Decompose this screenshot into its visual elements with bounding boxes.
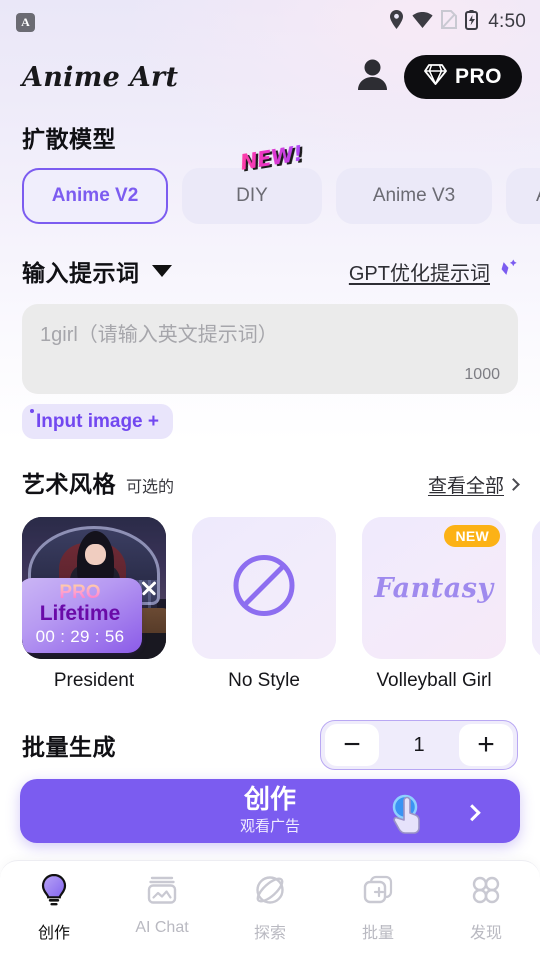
gpt-optimize-link[interactable]: GPT优化提示词 — [349, 257, 518, 286]
status-bar-right: 4:50 — [389, 9, 526, 35]
model-tab-label: A — [536, 185, 540, 207]
style-card-thumbnail[interactable] — [532, 517, 540, 659]
decrement-button[interactable]: − — [325, 724, 379, 766]
close-icon[interactable] — [140, 579, 158, 597]
planet-icon — [253, 873, 287, 912]
model-tab-label: Anime V3 — [372, 185, 456, 206]
model-tab-label: Anime V2 — [51, 185, 139, 206]
app-root: A 4:50 Anime Art PRO 扩散模型 Anime V2 DIY A… — [0, 0, 540, 960]
person-icon[interactable] — [357, 58, 388, 96]
status-bar: A 4:50 — [0, 0, 540, 44]
nav-item-discover[interactable]: 发现 — [432, 873, 540, 943]
no-style-icon — [231, 553, 297, 624]
style-section-title: 艺术风格 — [22, 471, 116, 497]
nav-item-explore[interactable]: 探索 — [216, 873, 324, 943]
lightbulb-icon — [37, 873, 71, 912]
style-card-label: No Style — [228, 670, 300, 691]
sparkle-icon — [496, 258, 518, 285]
batch-quantity-stepper: − 1 + — [320, 720, 518, 770]
sim-card-icon — [441, 10, 458, 34]
status-bar-left: A — [16, 12, 35, 32]
style-card-no-style[interactable]: No Style — [192, 517, 336, 692]
prompt-placeholder: 1girl（请输入英文提示词） — [40, 324, 278, 346]
style-card-label: President — [53, 670, 135, 691]
model-tab-partial[interactable]: A — [506, 168, 540, 224]
nav-label: 创作 — [37, 925, 70, 942]
create-button-label: 创作 — [243, 784, 296, 815]
see-all-label: 查看全部 — [427, 476, 504, 497]
prompt-section-title: 输入提示词 — [22, 260, 140, 286]
style-section-subtitle: 可选的 — [126, 479, 175, 496]
app-header: Anime Art PRO — [0, 44, 540, 110]
style-card-list: PRO Lifetime 00 : 29 : 56 President No S… — [0, 517, 540, 692]
input-image-button[interactable]: Input image + — [22, 404, 173, 439]
stack-add-icon — [361, 873, 395, 912]
nav-item-create[interactable]: 创作 — [0, 873, 108, 943]
nav-label: AI Chat — [135, 919, 189, 936]
promo-countdown: 00 : 29 : 56 — [35, 626, 125, 646]
nav-item-batch[interactable]: 批量 — [324, 873, 432, 943]
promo-tier: PRO — [22, 582, 142, 603]
pro-upgrade-button[interactable]: PRO — [403, 55, 522, 99]
nav-label: 探索 — [253, 925, 286, 942]
model-tab-label: DIY — [236, 185, 268, 206]
promo-plan: Lifetime — [39, 602, 121, 626]
app-badge-icon: A — [16, 12, 35, 32]
chevron-right-icon — [507, 478, 520, 491]
nav-label: 发现 — [469, 925, 502, 942]
input-image-label: Input image + — [36, 410, 159, 432]
model-tab-anime-v3[interactable]: Anime V3 — [336, 168, 492, 224]
style-card-thumbnail[interactable]: Fantasy NEW — [362, 517, 506, 659]
new-badge: NEW — [444, 525, 500, 547]
location-icon — [389, 10, 404, 34]
style-card-president[interactable]: PRO Lifetime 00 : 29 : 56 President — [22, 517, 166, 692]
style-card-thumbnail[interactable]: PRO Lifetime 00 : 29 : 56 — [22, 517, 166, 659]
style-card-thumbnail[interactable] — [192, 517, 336, 659]
batch-section-title: 批量生成 — [22, 734, 116, 760]
model-section: 扩散模型 Anime V2 DIY Anime V3 A NEW! — [0, 120, 540, 224]
app-title: Anime Art — [22, 61, 179, 93]
prompt-input[interactable]: 1girl（请输入英文提示词） 1000 — [22, 304, 518, 394]
create-button[interactable]: 创作 观看广告 — [20, 779, 520, 843]
pro-label: PRO — [454, 65, 502, 88]
diamond-icon — [424, 63, 447, 91]
batch-quantity-value: 1 — [413, 733, 425, 756]
increment-button[interactable]: + — [459, 724, 513, 766]
clover-icon — [469, 873, 503, 912]
model-section-title: 扩散模型 — [22, 126, 116, 152]
tap-cursor-icon — [388, 793, 432, 837]
model-tab-anime-v2[interactable]: Anime V2 — [22, 168, 168, 224]
nav-item-ai-chat[interactable]: AI Chat — [108, 873, 216, 937]
create-button-subtitle: 观看广告 — [239, 817, 300, 835]
prompt-section-header: 输入提示词 GPT优化提示词 — [0, 254, 540, 288]
prompt-char-count: 1000 — [464, 366, 500, 383]
pro-promo-badge[interactable]: PRO Lifetime 00 : 29 : 56 — [22, 577, 142, 653]
image-icon — [145, 873, 179, 912]
chevron-down-icon[interactable] — [151, 265, 172, 277]
style-card-volleyball-girl[interactable]: Fantasy NEW Volleyball Girl — [362, 517, 506, 692]
style-art-text: Fantasy — [374, 572, 494, 604]
dot-icon — [30, 409, 34, 413]
batch-section: 批量生成 − 1 + — [0, 720, 540, 770]
see-all-styles-link[interactable]: 查看全部 — [427, 471, 520, 498]
model-tabs: Anime V2 DIY Anime V3 A NEW! — [0, 141, 540, 224]
model-tab-diy[interactable]: DIY — [182, 168, 322, 224]
bottom-navigation: 创作 AI Chat 探索 批量 发现 — [0, 860, 540, 960]
style-section-header: 艺术风格 可选的 查看全部 — [0, 465, 540, 499]
style-card-partial[interactable] — [532, 517, 540, 692]
header-actions: PRO — [357, 55, 522, 99]
style-card-label: Volleyball Girl — [376, 670, 492, 691]
battery-charging-icon — [465, 9, 479, 35]
nav-label: 批量 — [361, 925, 394, 942]
chevron-right-icon — [463, 804, 481, 822]
wifi-icon — [412, 11, 433, 33]
gpt-optimize-label: GPT优化提示词 — [348, 262, 490, 285]
status-bar-clock: 4:50 — [488, 11, 526, 32]
